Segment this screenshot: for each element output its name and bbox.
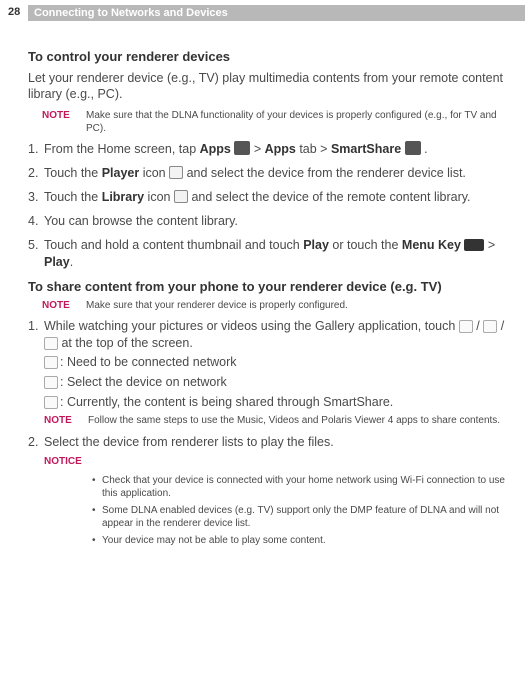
share-icon-2 (483, 320, 497, 333)
header-bar: Connecting to Networks and Devices (28, 5, 525, 21)
library-icon (174, 190, 188, 203)
text: You can browse the content library. (44, 214, 238, 228)
text: and select the device from the renderer … (183, 166, 466, 180)
player-icon (169, 166, 183, 179)
text: . (70, 255, 73, 269)
bold: Library (102, 190, 144, 204)
bold: Player (102, 166, 140, 180)
note-row: NOTE Make sure that the DLNA functionali… (42, 109, 513, 135)
text: Touch the (44, 190, 102, 204)
menu-key-icon (464, 239, 484, 251)
text: icon (144, 190, 174, 204)
step-2b: Select the device from renderer lists to… (28, 434, 513, 547)
share-icon-1 (459, 320, 473, 333)
step-5: Touch and hold a content thumbnail and t… (28, 237, 513, 271)
text: : Select the device on network (60, 374, 227, 391)
notice-spacer (92, 455, 513, 468)
note-row-3: NOTE Follow the same steps to use the Mu… (44, 414, 513, 427)
note-text: Make sure that your renderer device is p… (86, 299, 513, 312)
text: Touch the (44, 166, 102, 180)
section1-steps: From the Home screen, tap Apps > Apps ta… (28, 141, 513, 270)
text: Touch and hold a content thumbnail and t… (44, 238, 303, 252)
text: / (473, 319, 483, 333)
icon-desc-1: : Need to be connected network (44, 354, 513, 371)
notice-label: NOTICE (44, 455, 92, 468)
bullet: Your device may not be able to play some… (92, 534, 513, 547)
note-label: NOTE (44, 414, 88, 427)
text: icon (139, 166, 169, 180)
header-title: Connecting to Networks and Devices (34, 7, 228, 19)
text: tab > (296, 142, 331, 156)
text: . (421, 142, 428, 156)
note-row-2: NOTE Make sure that your renderer device… (42, 299, 513, 312)
text: > (484, 238, 495, 252)
note-label: NOTE (42, 299, 86, 312)
text: at the top of the screen. (58, 336, 193, 350)
icon-desc-3: : Currently, the content is being shared… (44, 394, 513, 411)
notice-bullets: Check that your device is connected with… (92, 474, 513, 547)
note-text: Make sure that the DLNA functionality of… (86, 109, 513, 135)
connect-network-icon (44, 356, 58, 369)
section1-intro: Let your renderer device (e.g., TV) play… (28, 70, 513, 104)
step-4: You can browse the content library. (28, 213, 513, 230)
apps-icon (234, 141, 250, 155)
bold: Play (303, 238, 329, 252)
select-device-icon (44, 376, 58, 389)
bullet: Some DLNA enabled devices (e.g. TV) supp… (92, 504, 513, 530)
note-label: NOTE (42, 109, 86, 135)
text: or touch the (329, 238, 402, 252)
section1-title: To control your renderer devices (28, 48, 513, 66)
bold: Menu Key (402, 238, 461, 252)
step-1b: While watching your pictures or videos u… (28, 318, 513, 427)
text: : Need to be connected network (60, 354, 237, 371)
bold: Apps (200, 142, 231, 156)
text: > (250, 142, 264, 156)
text: / (497, 319, 504, 333)
text: While watching your pictures or videos u… (44, 319, 459, 333)
section2-title: To share content from your phone to your… (28, 278, 513, 296)
notice-row: NOTICE (44, 455, 513, 468)
bold: Play (44, 255, 70, 269)
text: : Currently, the content is being shared… (60, 394, 393, 411)
step-2: Touch the Player icon and select the dev… (28, 165, 513, 182)
icon-desc-2: : Select the device on network (44, 374, 513, 391)
section2-steps: While watching your pictures or videos u… (28, 318, 513, 547)
bold: Apps (265, 142, 296, 156)
text: From the Home screen, tap (44, 142, 200, 156)
sharing-icon (44, 396, 58, 409)
step-1: From the Home screen, tap Apps > Apps ta… (28, 141, 513, 158)
bold: SmartShare (331, 142, 401, 156)
smartshare-icon (405, 141, 421, 155)
page-number: 28 (8, 6, 20, 18)
text: Select the device from renderer lists to… (44, 435, 334, 449)
note-text: Follow the same steps to use the Music, … (88, 414, 513, 427)
bullet: Check that your device is connected with… (92, 474, 513, 500)
page-content: To control your renderer devices Let you… (28, 48, 513, 554)
share-icon-3 (44, 337, 58, 350)
step-3: Touch the Library icon and select the de… (28, 189, 513, 206)
text: and select the device of the remote cont… (188, 190, 471, 204)
